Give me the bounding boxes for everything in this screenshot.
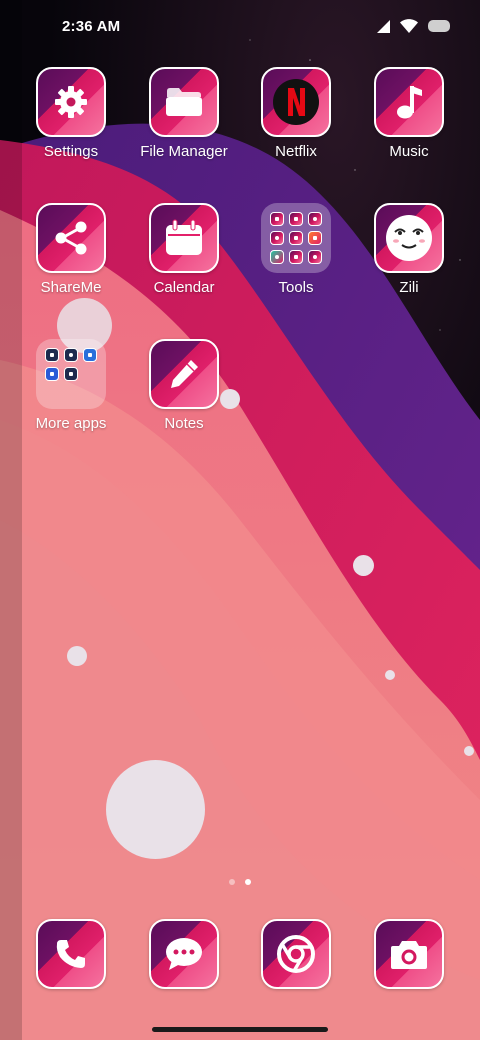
file-manager-label: File Manager	[140, 143, 228, 160]
phone-app-icon[interactable]	[36, 919, 106, 989]
decorative-bubble	[385, 670, 395, 680]
home-gesture-bar[interactable]	[152, 1027, 328, 1032]
mini-app-icon	[308, 212, 322, 226]
tools-label: Tools	[278, 279, 314, 296]
settings-label: Settings	[43, 143, 99, 160]
music-note-icon	[397, 86, 422, 119]
dock-phone[interactable]	[16, 919, 126, 989]
camera-app-icon[interactable]	[374, 919, 444, 989]
gear-icon	[55, 86, 87, 118]
zili-app-icon[interactable]	[374, 203, 444, 273]
mini-app-icon	[83, 348, 97, 362]
dock-browser[interactable]	[241, 919, 351, 989]
mini-app-icon	[45, 348, 59, 362]
settings-app-icon[interactable]	[36, 67, 106, 137]
app-file-manager[interactable]: File Manager	[129, 67, 239, 160]
app-settings[interactable]: Settings	[16, 67, 126, 160]
decorative-bubble	[353, 555, 374, 576]
notes-label: Notes	[164, 415, 204, 432]
wifi-icon	[400, 19, 418, 33]
app-calendar[interactable]: Calendar	[129, 203, 239, 296]
camera-icon	[391, 941, 427, 969]
more-apps-label: More apps	[35, 415, 107, 432]
shareme-app-icon[interactable]	[36, 203, 106, 273]
app-music[interactable]: Music	[354, 67, 464, 160]
decorative-bubble	[464, 746, 474, 756]
status-icons	[377, 19, 450, 33]
pencil-icon	[171, 360, 198, 388]
mini-app-icon	[270, 231, 284, 245]
mini-app-icon	[289, 212, 303, 226]
calendar-label: Calendar	[153, 279, 215, 296]
smiley-face-icon	[386, 215, 432, 261]
mini-app-icon	[289, 250, 303, 264]
notes-app-icon[interactable]	[149, 339, 219, 409]
phone-icon	[56, 940, 85, 968]
page-dot-active[interactable]	[245, 879, 251, 885]
calendar-icon	[166, 219, 202, 255]
dock-messages[interactable]	[129, 919, 239, 989]
zili-label: Zili	[399, 279, 419, 296]
mini-app-icon	[45, 367, 59, 381]
folder-icon	[166, 88, 202, 116]
status-bar: 2:36 AM	[0, 0, 480, 56]
page-indicator	[0, 879, 480, 885]
netflix-app-icon[interactable]	[261, 67, 331, 137]
music-app-icon[interactable]	[374, 67, 444, 137]
folder-tools[interactable]: Tools	[241, 203, 351, 296]
mini-app-icon	[308, 250, 322, 264]
page-dot[interactable]	[229, 879, 235, 885]
share-icon	[55, 221, 87, 255]
app-shareme[interactable]: ShareMe	[16, 203, 126, 296]
more-apps-folder-icon[interactable]	[36, 339, 106, 409]
calendar-app-icon[interactable]	[149, 203, 219, 273]
app-notes[interactable]: Notes	[129, 339, 239, 432]
battery-icon	[428, 20, 450, 32]
messages-app-icon[interactable]	[149, 919, 219, 989]
signal-icon	[377, 19, 390, 33]
shareme-label: ShareMe	[40, 279, 102, 296]
tools-folder-icon[interactable]	[261, 203, 331, 273]
mini-app-icon	[64, 348, 78, 362]
netflix-logo	[273, 79, 319, 125]
file-manager-app-icon[interactable]	[149, 67, 219, 137]
decorative-bubble	[106, 760, 205, 859]
status-time: 2:36 AM	[62, 18, 121, 35]
dock-camera[interactable]	[354, 919, 464, 989]
browser-app-icon[interactable]	[261, 919, 331, 989]
mini-app-icon	[270, 212, 284, 226]
app-zili[interactable]: Zili	[354, 203, 464, 296]
netflix-label: Netflix	[275, 143, 317, 160]
mini-app-icon	[270, 250, 284, 264]
mini-app-icon	[289, 231, 303, 245]
chat-bubble-icon	[166, 938, 202, 970]
mini-app-icon	[308, 231, 322, 245]
music-label: Music	[389, 143, 429, 160]
folder-more-apps[interactable]: More apps	[16, 339, 126, 432]
mini-app-icon	[64, 367, 78, 381]
app-netflix[interactable]: Netflix	[241, 67, 351, 160]
chrome-icon	[277, 935, 315, 973]
decorative-bubble	[67, 646, 87, 666]
